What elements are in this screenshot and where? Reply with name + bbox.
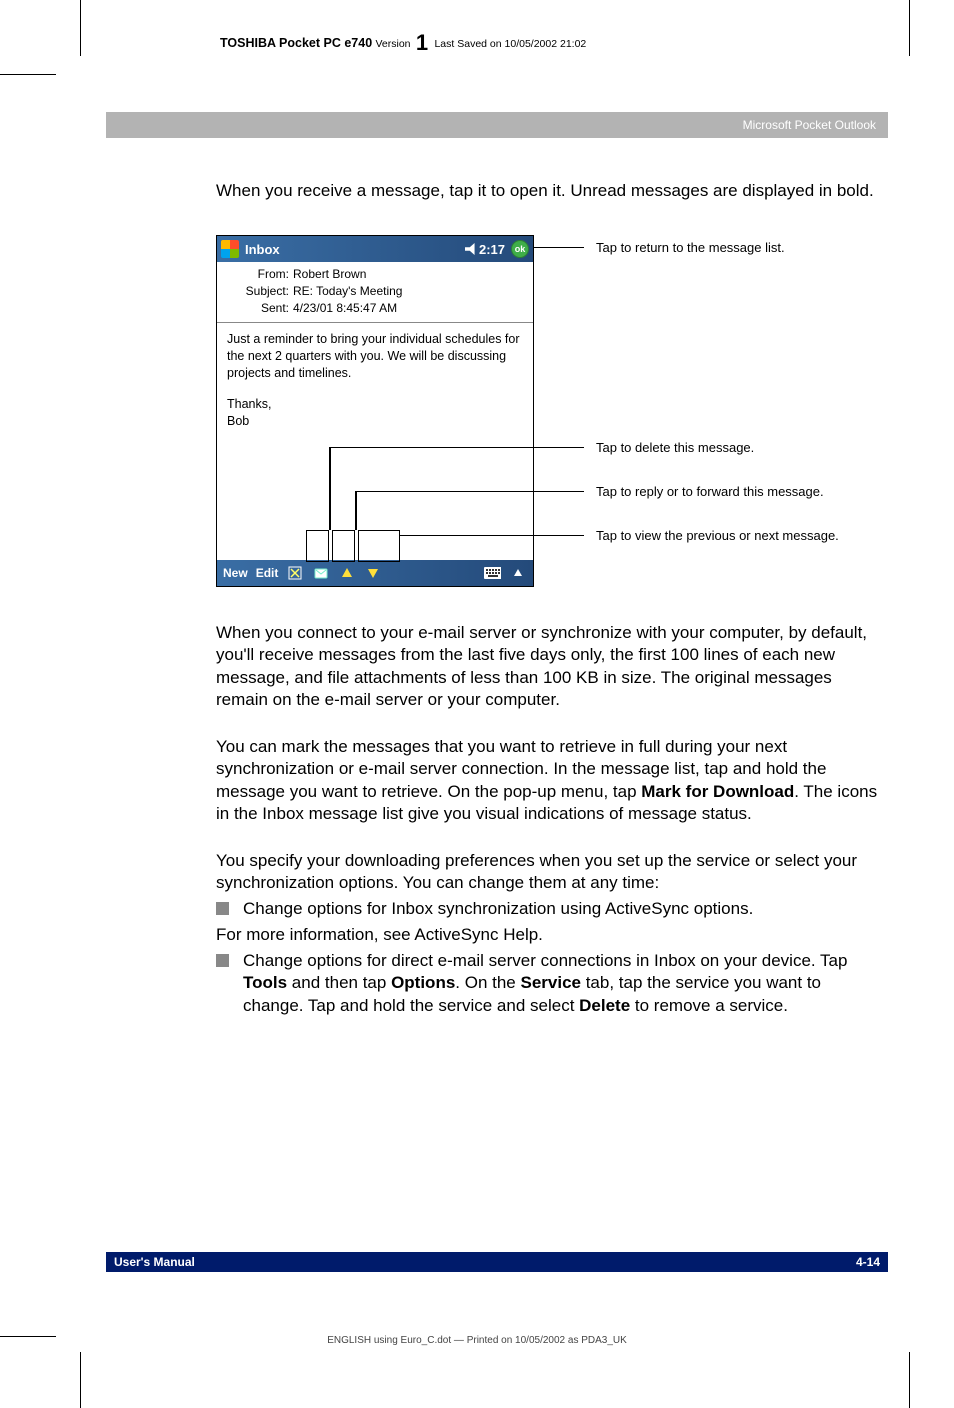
new-button[interactable]: New: [223, 566, 248, 580]
version-number: 1: [416, 30, 428, 55]
body-para1: Just a reminder to bring your individual…: [227, 331, 523, 382]
callout-return: Tap to return to the message list.: [596, 240, 785, 255]
body-para2: Thanks,: [227, 396, 523, 413]
sent-value: 4/23/01 8:45:47 AM: [293, 301, 397, 315]
section-title: Microsoft Pocket Outlook: [743, 118, 876, 132]
start-icon[interactable]: [221, 240, 239, 258]
callout-line: [329, 447, 331, 530]
callout-reply: Tap to reply or to forward this message.: [596, 484, 824, 499]
speaker-icon[interactable]: [465, 243, 477, 255]
subject-value: RE: Today's Meeting: [293, 284, 402, 298]
bold-text: Tools: [243, 973, 287, 992]
bullet-1: Change options for Inbox synchronization…: [216, 898, 886, 920]
text: to remove a service.: [630, 996, 788, 1015]
last-saved: Last Saved on 10/05/2002 21:02: [434, 38, 586, 50]
callout-box-delete: [306, 530, 329, 562]
intro-paragraph: When you receive a message, tap it to op…: [216, 180, 886, 202]
bold-text: Delete: [579, 996, 630, 1015]
sent-label: Sent:: [237, 300, 289, 317]
body-para3: Bob: [227, 413, 523, 430]
message-header: From: Robert Brown Subject: RE: Today's Me…: [217, 262, 533, 323]
paragraph-1: When you connect to your e-mail server o…: [216, 622, 886, 712]
section-bar: Microsoft Pocket Outlook: [106, 112, 888, 138]
version-label: Version: [376, 38, 411, 50]
bold-text: Service: [520, 973, 581, 992]
callout-delete: Tap to delete this message.: [596, 440, 754, 455]
crop-mark: [80, 0, 81, 56]
window-title: Inbox: [245, 242, 465, 257]
crop-mark: [0, 74, 56, 75]
bullet-icon: [216, 954, 229, 967]
text: . On the: [455, 973, 520, 992]
callout-box-reply: [332, 530, 355, 562]
callout-line: [329, 447, 584, 448]
bullet-1-text: Change options for Inbox synchronization…: [243, 898, 753, 920]
figure: Inbox 2:17 ok From: Robert Brown Subject:…: [216, 235, 886, 595]
callout-line: [355, 491, 584, 492]
text: Change options for direct e-mail server …: [243, 951, 847, 970]
bullet-2: Change options for direct e-mail server …: [216, 950, 886, 1017]
paragraph-3: You specify your downloading preferences…: [216, 850, 886, 895]
callout-line: [534, 247, 584, 248]
ok-button[interactable]: ok: [511, 240, 529, 258]
from-value: Robert Brown: [293, 267, 366, 281]
paragraph-2: You can mark the messages that you want …: [216, 736, 886, 826]
from-label: From:: [237, 266, 289, 283]
next-message-icon[interactable]: [364, 564, 382, 582]
prev-message-icon[interactable]: [338, 564, 356, 582]
product-name: TOSHIBA Pocket PC e740: [220, 36, 372, 50]
footer-bar: User's Manual 4-14: [106, 1252, 888, 1272]
keyboard-icon[interactable]: [483, 564, 501, 582]
delete-icon[interactable]: [286, 564, 304, 582]
callout-line: [400, 535, 584, 536]
crop-mark: [80, 1352, 81, 1408]
print-info: ENGLISH using Euro_C.dot — Printed on 10…: [0, 1335, 954, 1346]
bold-text: Options: [391, 973, 455, 992]
bullet-icon: [216, 902, 229, 915]
callout-line: [355, 491, 357, 530]
paragraph-4: For more information, see ActiveSync Hel…: [216, 924, 886, 946]
crop-mark: [909, 0, 910, 56]
message-body: Just a reminder to bring your individual…: [217, 323, 533, 549]
callout-box-nav: [358, 530, 400, 562]
edit-button[interactable]: Edit: [256, 566, 279, 580]
text: and then tap: [287, 973, 391, 992]
reply-icon[interactable]: [312, 564, 330, 582]
bold-text: Mark for Download: [641, 782, 794, 801]
callout-nav: Tap to view the previous or next message…: [596, 528, 839, 543]
menu-up-icon[interactable]: [509, 564, 527, 582]
command-bar: New Edit: [217, 560, 533, 586]
bullet-2-text: Change options for direct e-mail server …: [243, 950, 886, 1017]
page-header: TOSHIBA Pocket PC e740 Version 1 Last Sa…: [220, 30, 586, 56]
footer-right: 4-14: [856, 1255, 880, 1269]
crop-mark: [909, 1352, 910, 1408]
clock: 2:17: [479, 242, 505, 257]
footer-left: User's Manual: [114, 1255, 195, 1269]
window-titlebar: Inbox 2:17 ok: [217, 236, 533, 262]
subject-label: Subject:: [237, 283, 289, 300]
